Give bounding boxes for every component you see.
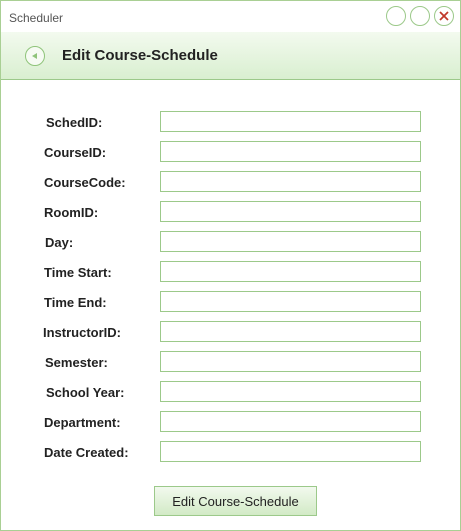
field-input[interactable] (160, 141, 421, 162)
field-label: InstructorID: (43, 325, 121, 340)
form-row: RoomID: (1, 201, 460, 223)
field-label: Time End: (44, 295, 107, 310)
field-label: Semester: (45, 355, 108, 370)
form-row: Time End: (1, 291, 460, 313)
field-input[interactable] (160, 171, 421, 192)
back-button[interactable] (25, 46, 45, 66)
field-label: Department: (44, 415, 121, 430)
field-label: School Year: (46, 385, 125, 400)
field-input[interactable] (160, 291, 421, 312)
form-row: InstructorID: (1, 321, 460, 343)
minimize-button[interactable] (386, 6, 406, 26)
form-row: Semester: (1, 351, 460, 373)
edit-course-schedule-button[interactable]: Edit Course-Schedule (154, 486, 317, 516)
field-input[interactable] (160, 261, 421, 282)
close-button[interactable] (434, 6, 454, 26)
scheduler-window: Scheduler Edit Course-Schedule SchedID: C… (0, 0, 461, 531)
field-label: Day: (45, 235, 74, 250)
field-input[interactable] (160, 441, 421, 462)
field-label: RoomID: (44, 205, 99, 220)
maximize-button[interactable] (410, 6, 430, 26)
field-input[interactable] (160, 111, 421, 132)
field-label: CourseCode: (44, 175, 126, 190)
field-label: CourseID: (44, 145, 107, 160)
field-label: Time Start: (44, 265, 112, 280)
field-label: Date Created: (44, 445, 129, 460)
form-row: School Year: (1, 381, 460, 403)
field-input[interactable] (160, 321, 421, 342)
page-title: Edit Course-Schedule (62, 47, 218, 64)
form-row: Day: (1, 231, 460, 253)
field-input[interactable] (160, 381, 421, 402)
page-header: Edit Course-Schedule (1, 32, 460, 80)
field-input[interactable] (160, 231, 421, 252)
field-input[interactable] (160, 411, 421, 432)
title-bar: Scheduler (1, 1, 460, 32)
form-row: Department: (1, 411, 460, 433)
back-arrow-icon (32, 53, 37, 59)
form-row: SchedID: (1, 111, 460, 133)
field-input[interactable] (160, 351, 421, 372)
form-row: CourseCode: (1, 171, 460, 193)
form-row: Date Created: (1, 441, 460, 463)
field-label: SchedID: (46, 115, 103, 130)
form-row: CourseID: (1, 141, 460, 163)
window-title: Scheduler (9, 11, 64, 25)
field-input[interactable] (160, 201, 421, 222)
form-row: Time Start: (1, 261, 460, 283)
close-icon (439, 11, 449, 21)
